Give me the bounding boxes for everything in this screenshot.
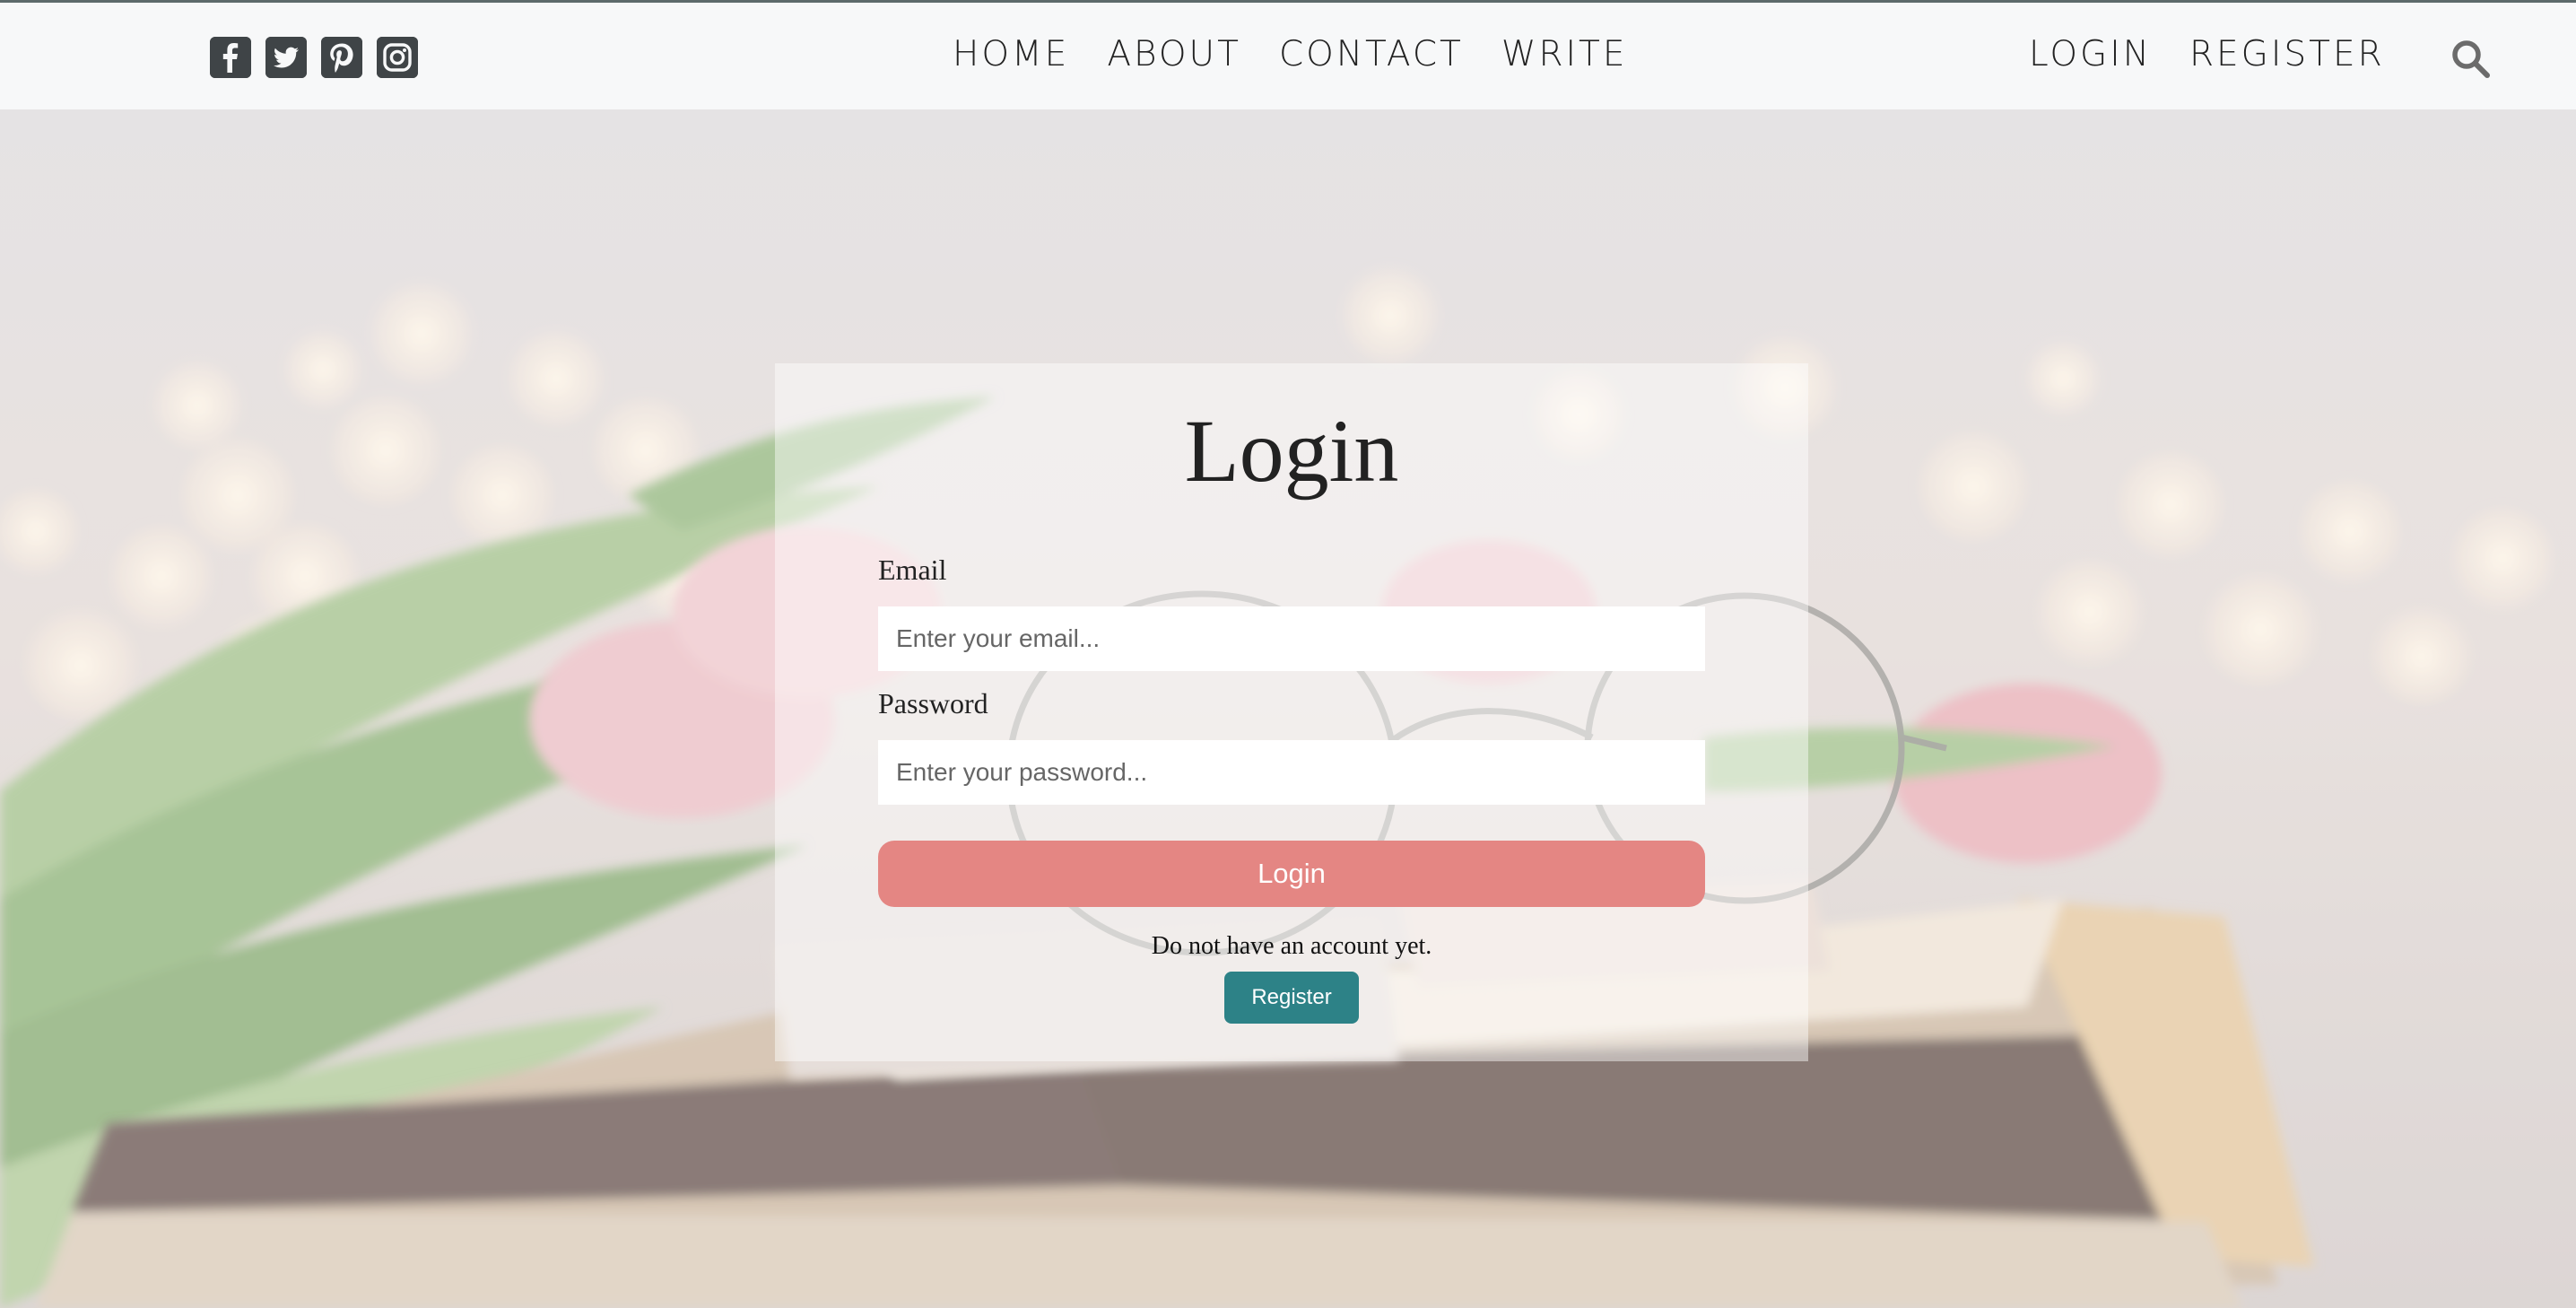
main-nav: HOME ABOUT CONTACT WRITE (953, 30, 1628, 80)
password-label: Password (878, 687, 988, 719)
nav-write-link[interactable]: WRITE (1501, 30, 1628, 80)
nav-register-link[interactable]: REGISTER (2189, 30, 2385, 80)
pinterest-square-icon[interactable] (321, 37, 362, 78)
nav-about-link[interactable]: ABOUT (1107, 30, 1241, 80)
auth-nav: LOGIN REGISTER (2029, 30, 2385, 80)
email-input[interactable] (878, 606, 1705, 671)
facebook-square-icon[interactable] (210, 37, 251, 78)
top-navbar: HOME ABOUT CONTACT WRITE LOGIN REGISTER (0, 0, 2576, 109)
twitter-square-icon[interactable] (265, 37, 307, 78)
register-button[interactable]: Register (1224, 972, 1359, 1024)
nav-login-link[interactable]: LOGIN (2029, 30, 2152, 80)
nav-contact-link[interactable]: CONTACT (1279, 30, 1464, 80)
no-account-text: Do not have an account yet. (1151, 932, 1432, 960)
nav-home-link[interactable]: HOME (953, 30, 1069, 80)
login-title: Login (1184, 401, 1399, 501)
search-icon[interactable] (2449, 37, 2492, 80)
password-input[interactable] (878, 740, 1705, 805)
login-submit-button[interactable]: Login (878, 841, 1705, 907)
instagram-square-icon[interactable] (377, 37, 418, 78)
social-links (210, 37, 418, 78)
login-card: Login Email Password Login Do not have a… (775, 363, 1808, 1061)
email-label: Email (878, 554, 947, 586)
